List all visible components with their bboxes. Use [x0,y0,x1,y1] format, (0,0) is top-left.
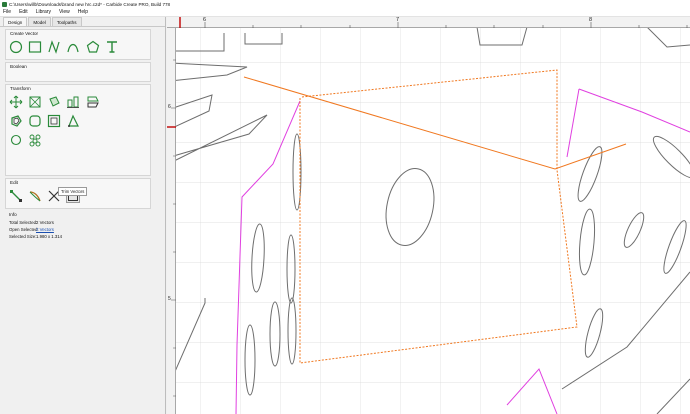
tab-model[interactable]: Model [28,17,51,26]
boolean-title: Boolean [10,64,27,69]
rectangle-icon [28,41,42,53]
canvas-drawing[interactable] [167,17,690,414]
circle-icon [9,40,23,54]
polygon-tool[interactable] [86,40,100,54]
transform-title: Transform [10,86,31,91]
sidebar-tabs: Design Model Toolpaths [0,17,165,27]
open-selected-link[interactable]: 2 Vectors [36,227,54,232]
rectangle-tool[interactable] [28,40,42,54]
move-tool[interactable] [9,95,23,109]
inset-tool[interactable] [47,114,61,128]
menu-library[interactable]: Library [36,9,51,15]
title-bar: C:\Users\willb\Downloads\brand new hrc.c… [0,0,690,8]
selected-size-value: 1.980 x 1.314 [36,234,63,239]
text-tool[interactable] [105,40,119,54]
offset-icon [11,115,22,127]
rotate-tool[interactable] [47,95,61,109]
edit-curve-tool[interactable] [28,189,42,203]
align-icon [67,96,79,108]
scale-icon [29,96,41,108]
horizontal-ruler: 6 7 8 [167,17,690,28]
total-selected-row: Total Selected: 2 Vectors [9,220,54,225]
offset-tool[interactable] [9,114,23,128]
polyline-tool[interactable] [47,40,61,54]
edit-curve-icon [29,191,41,202]
inset-icon [47,114,61,128]
menu-bar: File Edit Library View Help [0,8,690,17]
vertical-ruler: 6 5 [167,28,176,414]
grid-array-tool[interactable] [28,133,42,147]
curve-tool[interactable] [66,40,80,54]
create-vector-panel: Create Vector [5,29,151,60]
node-offset-tool[interactable] [66,114,80,128]
fillet-tool[interactable] [28,114,42,128]
vertical-ruler-ticks [167,59,176,397]
open-selected-label: Open Selected: [9,227,39,232]
rotate-icon [49,96,60,107]
grid-array-icon [29,134,41,147]
align-tool[interactable] [66,95,80,109]
hruler-label-7: 7 [396,17,400,23]
transform-panel: Transform [5,84,151,176]
left-sidebar: Design Model Toolpaths Create Vector Boo… [0,17,166,414]
trim-vectors-tooltip: Trim Vectors [58,187,88,196]
vruler-label-5: 5 [168,296,171,302]
curve-icon [67,43,79,53]
open-selected-row: Open Selected: 2 Vectors [9,227,54,232]
node-edit-icon [10,190,22,202]
selected-size-row: Selected Size: 1.980 x 1.314 [9,234,62,239]
create-vector-title: Create Vector [10,31,39,36]
circle-tool[interactable] [9,40,23,54]
edit-title: Edit [10,180,18,185]
menu-file[interactable]: File [3,9,11,15]
app-icon [2,1,7,7]
menu-help[interactable]: Help [78,9,88,15]
menu-view[interactable]: View [59,9,70,15]
tab-toolpaths[interactable]: Toolpaths [51,17,82,26]
window-title: C:\Users\willb\Downloads\brand new hrc.c… [9,1,171,7]
tab-design[interactable]: Design [3,17,28,26]
boolean-panel: Boolean [5,62,151,82]
fillet-icon [29,115,41,127]
total-selected-label: Total Selected: [9,220,38,225]
design-canvas[interactable] [167,17,690,414]
horizontal-ruler-ticks [179,17,688,28]
info-title: Info [9,212,17,217]
hruler-label-8: 8 [589,17,593,23]
vruler-label-6: 6 [168,104,171,110]
node-edit-tool[interactable] [9,189,23,203]
selected-size-label: Selected Size: [9,234,37,239]
scale-tool[interactable] [28,95,42,109]
menu-edit[interactable]: Edit [19,9,28,15]
polyline-icon [48,40,60,54]
move-arrows-icon [9,95,23,109]
mirror-icon [87,96,99,108]
circle-array-tool[interactable] [9,133,23,147]
pentagon-icon [86,40,100,53]
triangle-icon [68,114,79,127]
text-icon [107,41,117,53]
mirror-tool[interactable] [86,95,100,109]
hruler-label-6: 6 [203,17,207,23]
total-selected-value: 2 Vectors [36,220,54,225]
circle-array-icon [10,134,22,146]
